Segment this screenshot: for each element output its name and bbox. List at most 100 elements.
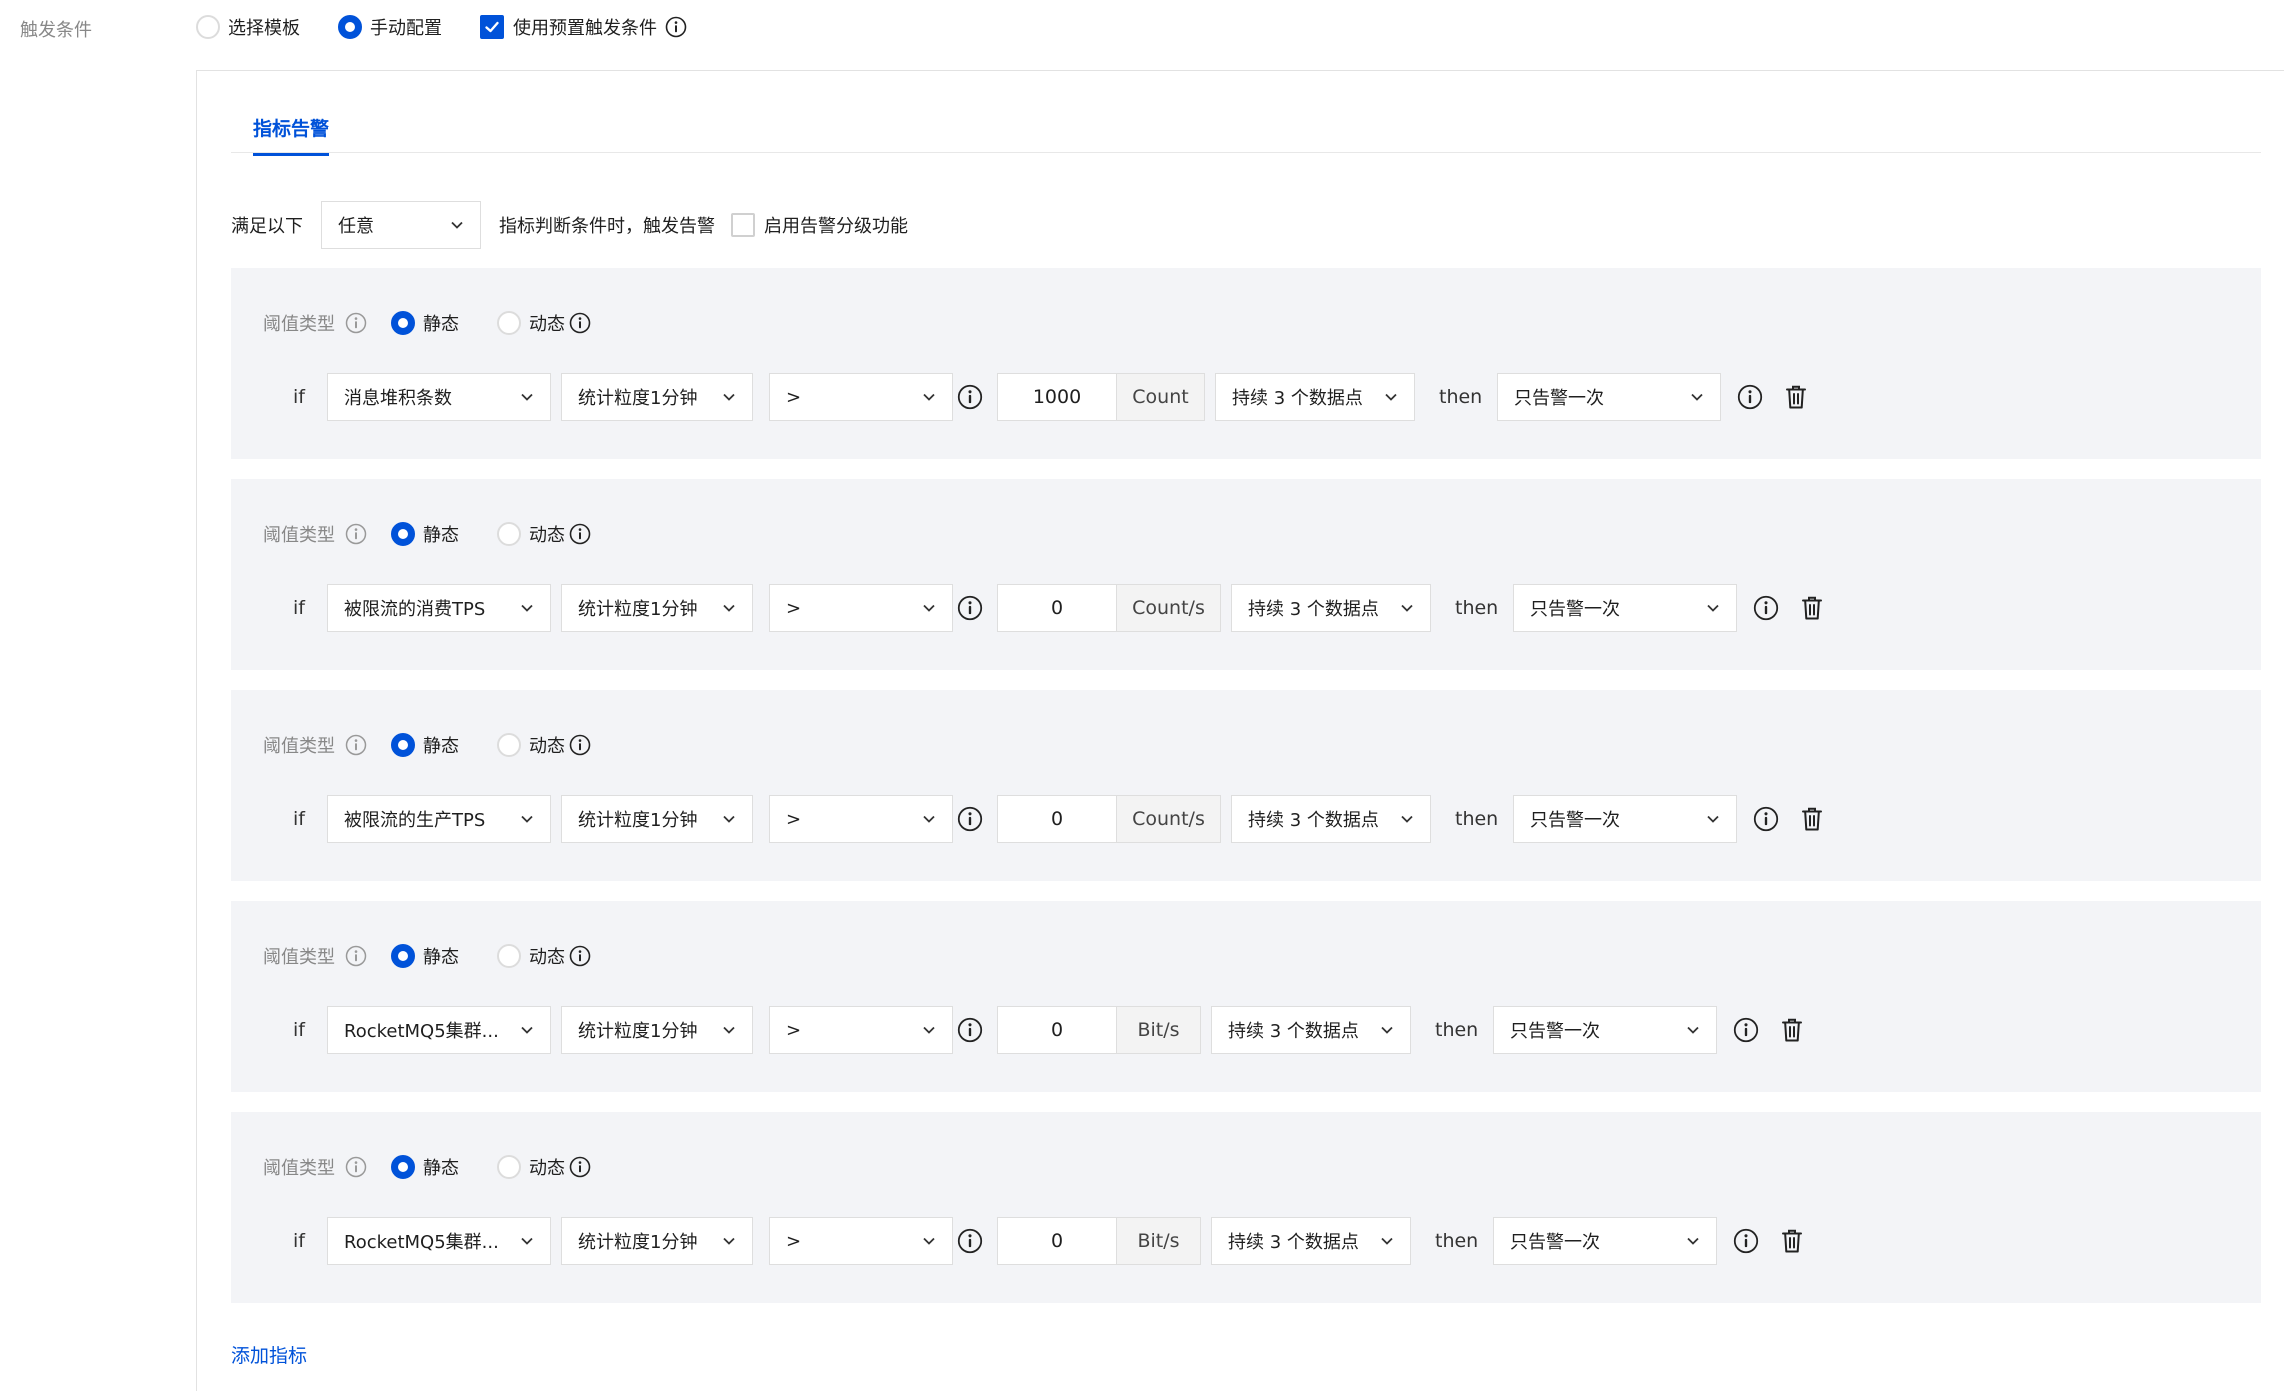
delete-icon[interactable] <box>1799 595 1825 621</box>
info-icon[interactable] <box>665 16 687 38</box>
duration-select[interactable]: 持续 3 个数据点 <box>1211 1006 1411 1054</box>
dynamic-radio[interactable] <box>497 944 521 968</box>
delete-icon[interactable] <box>1779 1228 1805 1254</box>
info-icon[interactable] <box>1737 384 1763 410</box>
threshold-dynamic-option[interactable]: 动态 <box>497 943 565 969</box>
threshold-dynamic-option[interactable]: 动态 <box>497 310 565 336</box>
match-mode-select[interactable]: 任意 <box>321 201 481 249</box>
info-icon[interactable] <box>1753 595 1779 621</box>
info-icon[interactable] <box>569 1156 591 1178</box>
period-select[interactable]: 统计粒度1分钟 <box>561 1217 753 1265</box>
period-select[interactable]: 统计粒度1分钟 <box>561 584 753 632</box>
frequency-select[interactable]: 只告警一次 <box>1513 795 1737 843</box>
template-radio-label: 选择模板 <box>228 18 300 39</box>
info-icon[interactable] <box>345 523 367 545</box>
mode-option-template[interactable]: 选择模板 <box>196 14 300 40</box>
frequency-select[interactable]: 只告警一次 <box>1497 373 1721 421</box>
chevron-down-icon <box>1401 604 1413 612</box>
duration-select[interactable]: 持续 3 个数据点 <box>1231 584 1431 632</box>
threshold-value-input[interactable] <box>997 1217 1117 1265</box>
frequency-select[interactable]: 只告警一次 <box>1493 1006 1717 1054</box>
operator-select[interactable]: > <box>769 584 953 632</box>
match-rule-row: 满足以下 任意 指标判断条件时，触发告警 启用告警分级功能 <box>231 201 946 249</box>
grading-toggle[interactable]: 启用告警分级功能 <box>731 212 908 238</box>
threshold-value-input[interactable] <box>997 584 1117 632</box>
info-icon[interactable] <box>345 312 367 334</box>
template-radio[interactable] <box>196 15 220 39</box>
info-icon[interactable] <box>569 734 591 756</box>
metric-select[interactable]: 被限流的生产TPS <box>327 795 551 843</box>
threshold-type-row: 阈值类型 静态 动态 <box>263 941 591 971</box>
alarm-trigger-page: 触发条件 选择模板 手动配置 使用预置触发条件 指标告警 满足以下 任意 指标判… <box>0 0 2284 1391</box>
threshold-static-option[interactable]: 静态 <box>391 732 459 758</box>
info-icon[interactable] <box>957 1228 983 1254</box>
threshold-static-option[interactable]: 静态 <box>391 1154 459 1180</box>
duration-select[interactable]: 持续 3 个数据点 <box>1231 795 1431 843</box>
info-icon[interactable] <box>1733 1228 1759 1254</box>
operator-select[interactable]: > <box>769 1217 953 1265</box>
threshold-dynamic-option[interactable]: 动态 <box>497 1154 565 1180</box>
mode-option-manual[interactable]: 手动配置 <box>338 14 442 40</box>
dynamic-radio[interactable] <box>497 1155 521 1179</box>
info-icon[interactable] <box>957 806 983 832</box>
frequency-select[interactable]: 只告警一次 <box>1513 584 1737 632</box>
threshold-value-input[interactable] <box>997 373 1117 421</box>
info-icon[interactable] <box>569 945 591 967</box>
info-icon[interactable] <box>957 1017 983 1043</box>
frequency-value: 只告警一次 <box>1510 1021 1600 1042</box>
operator-select[interactable]: > <box>769 373 953 421</box>
threshold-static-option[interactable]: 静态 <box>391 310 459 336</box>
info-icon[interactable] <box>345 945 367 967</box>
static-radio[interactable] <box>391 1155 415 1179</box>
add-metric-link[interactable]: 添加指标 <box>231 1341 307 1368</box>
manual-radio[interactable] <box>338 15 362 39</box>
grading-checkbox[interactable] <box>731 213 755 237</box>
operator-select[interactable]: > <box>769 1006 953 1054</box>
use-preset-toggle[interactable]: 使用预置触发条件 <box>480 14 657 40</box>
period-select[interactable]: 统计粒度1分钟 <box>561 1006 753 1054</box>
use-preset-checkbox[interactable] <box>480 15 504 39</box>
info-icon[interactable] <box>569 312 591 334</box>
static-radio[interactable] <box>391 311 415 335</box>
chevron-down-icon <box>521 393 533 401</box>
static-radio[interactable] <box>391 733 415 757</box>
info-icon[interactable] <box>1733 1017 1759 1043</box>
metric-select[interactable]: RocketMQ5集群... <box>327 1006 551 1054</box>
tab-metric-alarm[interactable]: 指标告警 <box>253 114 330 156</box>
delete-icon[interactable] <box>1783 384 1809 410</box>
static-radio[interactable] <box>391 944 415 968</box>
chevron-down-icon <box>723 1026 735 1034</box>
duration-select[interactable]: 持续 3 个数据点 <box>1215 373 1415 421</box>
frequency-select[interactable]: 只告警一次 <box>1493 1217 1717 1265</box>
info-icon[interactable] <box>345 734 367 756</box>
operator-select[interactable]: > <box>769 795 953 843</box>
metric-select[interactable]: 消息堆积条数 <box>327 373 551 421</box>
period-select[interactable]: 统计粒度1分钟 <box>561 795 753 843</box>
static-radio[interactable] <box>391 522 415 546</box>
info-icon[interactable] <box>1753 806 1779 832</box>
threshold-static-option[interactable]: 静态 <box>391 943 459 969</box>
threshold-type-label: 阈值类型 <box>263 736 335 757</box>
dynamic-radio[interactable] <box>497 522 521 546</box>
dynamic-radio[interactable] <box>497 733 521 757</box>
period-select[interactable]: 统计粒度1分钟 <box>561 373 753 421</box>
metric-select[interactable]: 被限流的消费TPS <box>327 584 551 632</box>
threshold-dynamic-option[interactable]: 动态 <box>497 732 565 758</box>
dynamic-radio[interactable] <box>497 311 521 335</box>
duration-select[interactable]: 持续 3 个数据点 <box>1211 1217 1411 1265</box>
metric-select[interactable]: RocketMQ5集群... <box>327 1217 551 1265</box>
delete-icon[interactable] <box>1779 1017 1805 1043</box>
info-icon[interactable] <box>569 523 591 545</box>
chevron-down-icon <box>521 1237 533 1245</box>
threshold-static-option[interactable]: 静态 <box>391 521 459 547</box>
condition-rule-row: if 被限流的生产TPS 统计粒度1分钟 > Count/s 持 <box>231 795 2261 843</box>
info-icon[interactable] <box>957 595 983 621</box>
frequency-value: 只告警一次 <box>1530 810 1620 831</box>
condition-rule-row: if RocketMQ5集群... 统计粒度1分钟 > Bit/s <box>231 1217 2261 1265</box>
info-icon[interactable] <box>957 384 983 410</box>
info-icon[interactable] <box>345 1156 367 1178</box>
threshold-value-input[interactable] <box>997 795 1117 843</box>
delete-icon[interactable] <box>1799 806 1825 832</box>
threshold-dynamic-option[interactable]: 动态 <box>497 521 565 547</box>
threshold-value-input[interactable] <box>997 1006 1117 1054</box>
